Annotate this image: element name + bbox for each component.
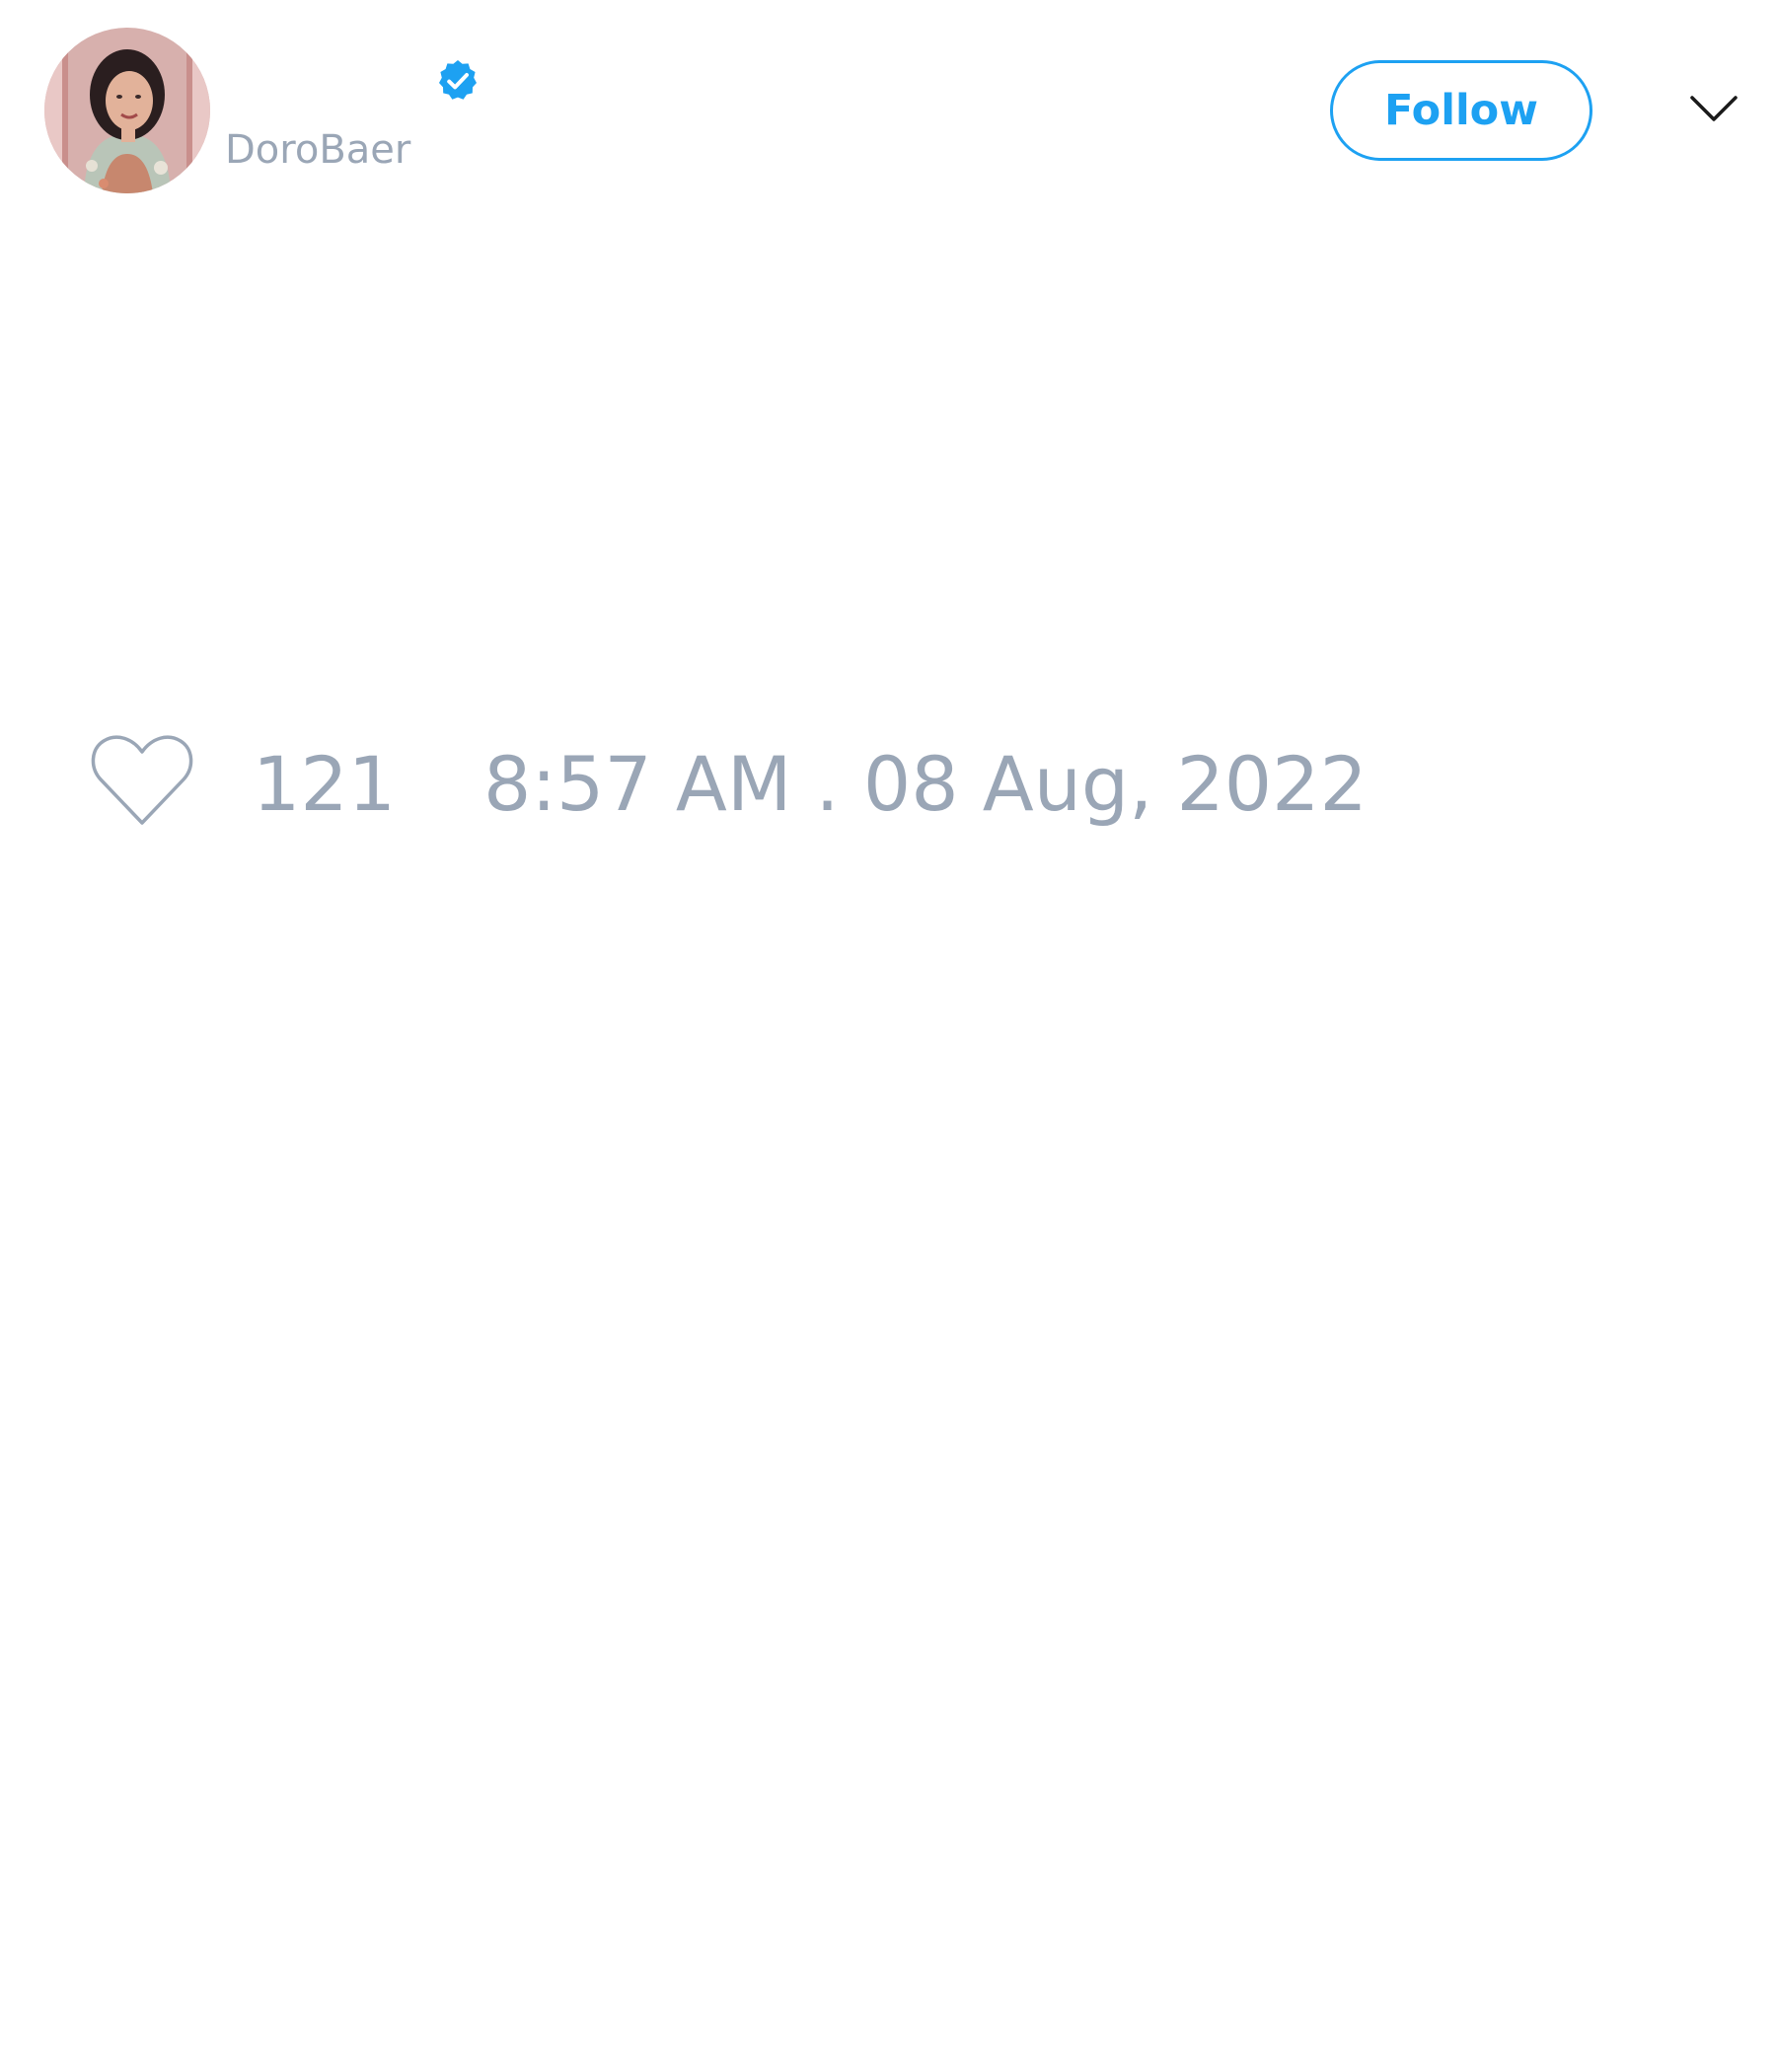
follow-button[interactable]: Follow [1330,60,1592,161]
chevron-down-icon[interactable] [1689,90,1739,129]
tweet-header: DoroBaer Follow [0,0,1776,217]
heart-icon[interactable] [89,732,195,829]
avatar[interactable] [44,28,210,193]
username[interactable]: DoroBaer [225,126,410,174]
like-count: 121 [253,740,397,828]
tweet-timestamp[interactable]: 8:57 AM . 08 Aug, 2022 [483,740,1368,829]
tweet-actions: 121 8:57 AM . 08 Aug, 2022 [0,720,1776,839]
avatar-image [44,28,210,193]
verified-badge-icon [439,60,477,100]
